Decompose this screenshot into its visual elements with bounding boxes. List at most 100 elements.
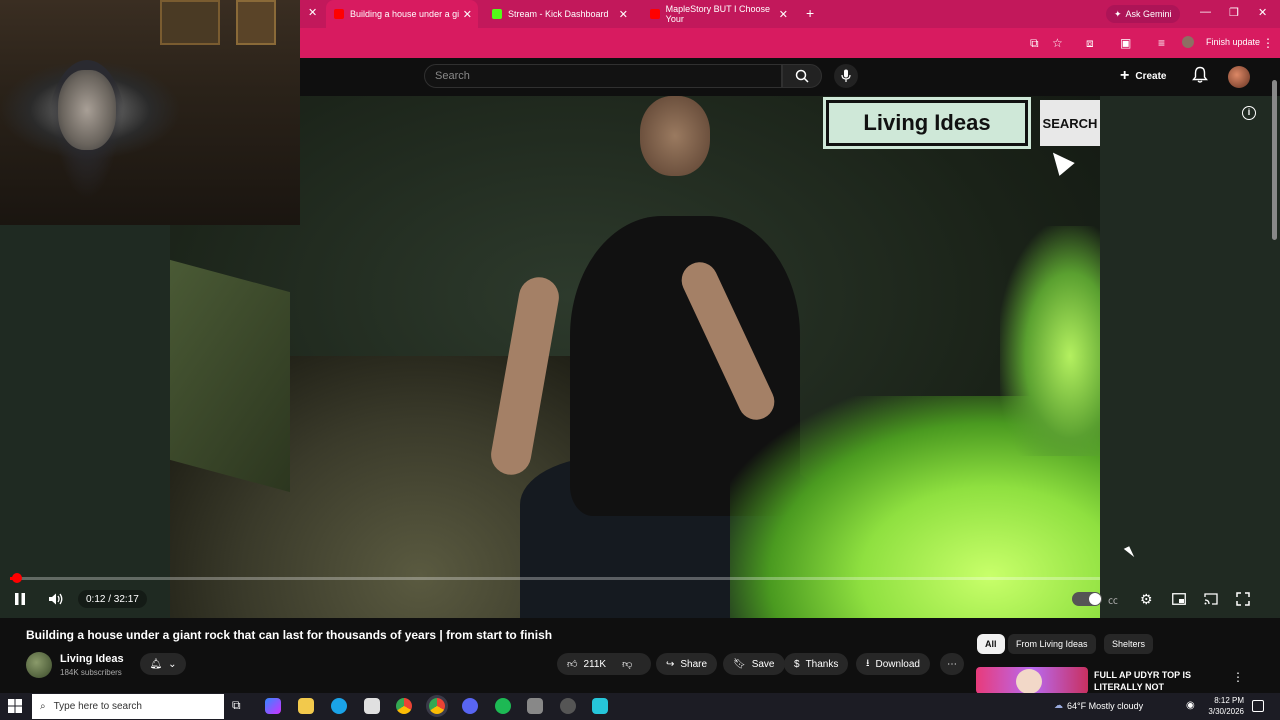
notifications-button[interactable] (1192, 66, 1210, 84)
brand-search-overlay: SEARCH (1040, 100, 1100, 146)
kebab-menu-icon[interactable]: ⋮ (1262, 36, 1274, 50)
chrome-icon[interactable] (396, 698, 412, 714)
video-person-head (640, 96, 710, 176)
download-button[interactable]: ⭳ Download (856, 653, 930, 675)
fullscreen-icon[interactable] (1236, 591, 1250, 607)
edge-icon[interactable] (331, 698, 347, 714)
video-title: Building a house under a giant rock that… (26, 628, 553, 642)
copilot-icon[interactable] (265, 698, 281, 714)
share-button[interactable]: ↪ Share (656, 653, 718, 675)
close-tab-icon[interactable]: ✕ (619, 8, 628, 21)
subscriber-count: 184K subscribers (60, 668, 122, 677)
finish-update-button[interactable]: Finish update (1206, 37, 1260, 47)
tab-kick-dashboard[interactable]: Stream - Kick Dashboard ✕ (484, 0, 634, 28)
extensions-icon[interactable]: ⧈ (1086, 36, 1094, 51)
tab-maplestory[interactable]: MapleStory BUT I Choose Your ✕ (642, 0, 794, 28)
youtube-favicon-icon (334, 9, 344, 19)
close-tab-icon[interactable]: ✕ (463, 8, 472, 21)
miniplayer-icon[interactable] (1172, 591, 1186, 607)
app-icon[interactable] (592, 698, 608, 714)
info-icon[interactable]: i (1242, 106, 1256, 120)
chip-all[interactable]: All (977, 634, 1005, 654)
volume-icon (49, 593, 63, 605)
bookmark-icon: 🔖︎ (733, 658, 746, 670)
store-icon[interactable] (364, 698, 380, 714)
maximize-icon[interactable]: ❐ (1229, 6, 1239, 19)
search-icon (795, 69, 809, 83)
volume-button[interactable] (48, 591, 64, 607)
file-explorer-icon[interactable] (298, 698, 314, 714)
close-tab-icon[interactable]: ✕ (779, 8, 788, 21)
app-icon[interactable] (527, 698, 543, 714)
subscribed-notification-button[interactable]: 🔔︎ ⌄ (140, 653, 186, 675)
tab-title: Building a house under a gi (350, 9, 460, 19)
chevron-down-icon: ⌄ (168, 658, 177, 670)
video-player[interactable] (170, 96, 1100, 618)
taskbar-search-input[interactable]: ⌕ Type here to search (32, 694, 224, 719)
window-close-icon[interactable]: ✕ (1258, 6, 1267, 19)
chip-from-living-ideas[interactable]: From Living Ideas (1008, 634, 1096, 654)
thanks-label: Thanks (805, 658, 839, 670)
wall-picture (236, 0, 276, 45)
voice-search-button[interactable] (834, 64, 858, 88)
reading-list-icon[interactable]: ≡ (1158, 36, 1165, 50)
system-clock[interactable]: 8:12 PM 3/30/2026 (1200, 695, 1244, 717)
account-avatar[interactable] (1228, 66, 1250, 88)
channel-name[interactable]: Living Ideas (60, 653, 124, 665)
weather-widget[interactable]: ☁ 64°F Mostly cloudy (1054, 700, 1143, 711)
clock-date: 3/30/2026 (1208, 707, 1244, 716)
thumbs-up-icon: 👍︎ (567, 659, 578, 670)
progress-bar[interactable] (10, 573, 1100, 583)
save-button[interactable]: 🔖︎ Save (723, 653, 785, 675)
clock-time: 8:12 PM (1214, 696, 1244, 705)
progress-scrubber[interactable] (11, 573, 22, 583)
ask-gemini-button[interactable]: ✦ Ask Gemini (1106, 5, 1180, 23)
search-icon: ⌕ (40, 701, 46, 712)
scrollbar-thumb[interactable] (1272, 80, 1277, 240)
new-tab-icon[interactable]: + (806, 5, 814, 21)
settings-gear-icon[interactable]: ⚙ (1140, 591, 1153, 607)
notification-center-icon[interactable] (1252, 700, 1264, 712)
subtitles-icon[interactable]: ㏄ (1108, 591, 1118, 607)
chip-shelters[interactable]: Shelters (1104, 634, 1154, 654)
channel-avatar[interactable] (26, 652, 52, 678)
taskbar-search-placeholder: Type here to search (53, 701, 142, 712)
kebab-menu-icon[interactable]: ⋮ (1232, 670, 1244, 684)
discord-icon[interactable] (462, 698, 478, 714)
search-button[interactable] (782, 64, 822, 88)
create-button[interactable]: + Create (1120, 64, 1180, 88)
autoplay-toggle[interactable] (1072, 592, 1102, 606)
more-horizontal-icon: ⋯ (947, 658, 957, 670)
install-icon[interactable]: ⧉ (1030, 36, 1039, 51)
save-label: Save (751, 658, 775, 670)
weather-text: 64°F Mostly cloudy (1067, 700, 1144, 711)
recommended-thumbnail[interactable] (976, 667, 1088, 694)
like-count: 211K (583, 658, 607, 670)
cast-icon[interactable]: ▣ (1120, 36, 1131, 50)
pause-icon (15, 593, 25, 605)
tab-youtube[interactable]: Building a house under a gi ✕ (326, 0, 478, 28)
time-display: 0:12 / 32:17 (78, 590, 147, 608)
spotify-icon[interactable] (495, 698, 511, 714)
profile-avatar[interactable] (1182, 36, 1194, 48)
bell-icon: 🔔︎ (149, 658, 163, 670)
microphone-icon (841, 69, 851, 82)
like-dislike-group: 👍︎ 211K 👎︎ (557, 653, 651, 675)
search-input[interactable]: Search (424, 64, 782, 88)
thumbs-down-icon[interactable]: 👎︎ (622, 658, 632, 670)
webcam-overlay (0, 0, 300, 225)
chrome-active-icon[interactable] (429, 698, 445, 714)
bookmark-star-icon[interactable]: ☆ (1052, 36, 1063, 50)
obs-icon[interactable] (560, 698, 576, 714)
windows-start-icon[interactable] (8, 699, 22, 713)
close-tab-icon[interactable]: ✕ (308, 6, 317, 19)
create-label: Create (1135, 70, 1167, 82)
cast-icon[interactable] (1204, 591, 1218, 607)
minimize-icon[interactable]: — (1200, 6, 1211, 18)
more-actions-button[interactable]: ⋯ (940, 653, 964, 675)
network-icon[interactable]: ◉ (1186, 700, 1195, 711)
task-view-icon[interactable]: ⧉ (232, 698, 248, 714)
thanks-button[interactable]: $ Thanks (784, 653, 849, 675)
pause-button[interactable] (14, 591, 26, 607)
like-button[interactable]: 👍︎ 211K (567, 658, 607, 671)
